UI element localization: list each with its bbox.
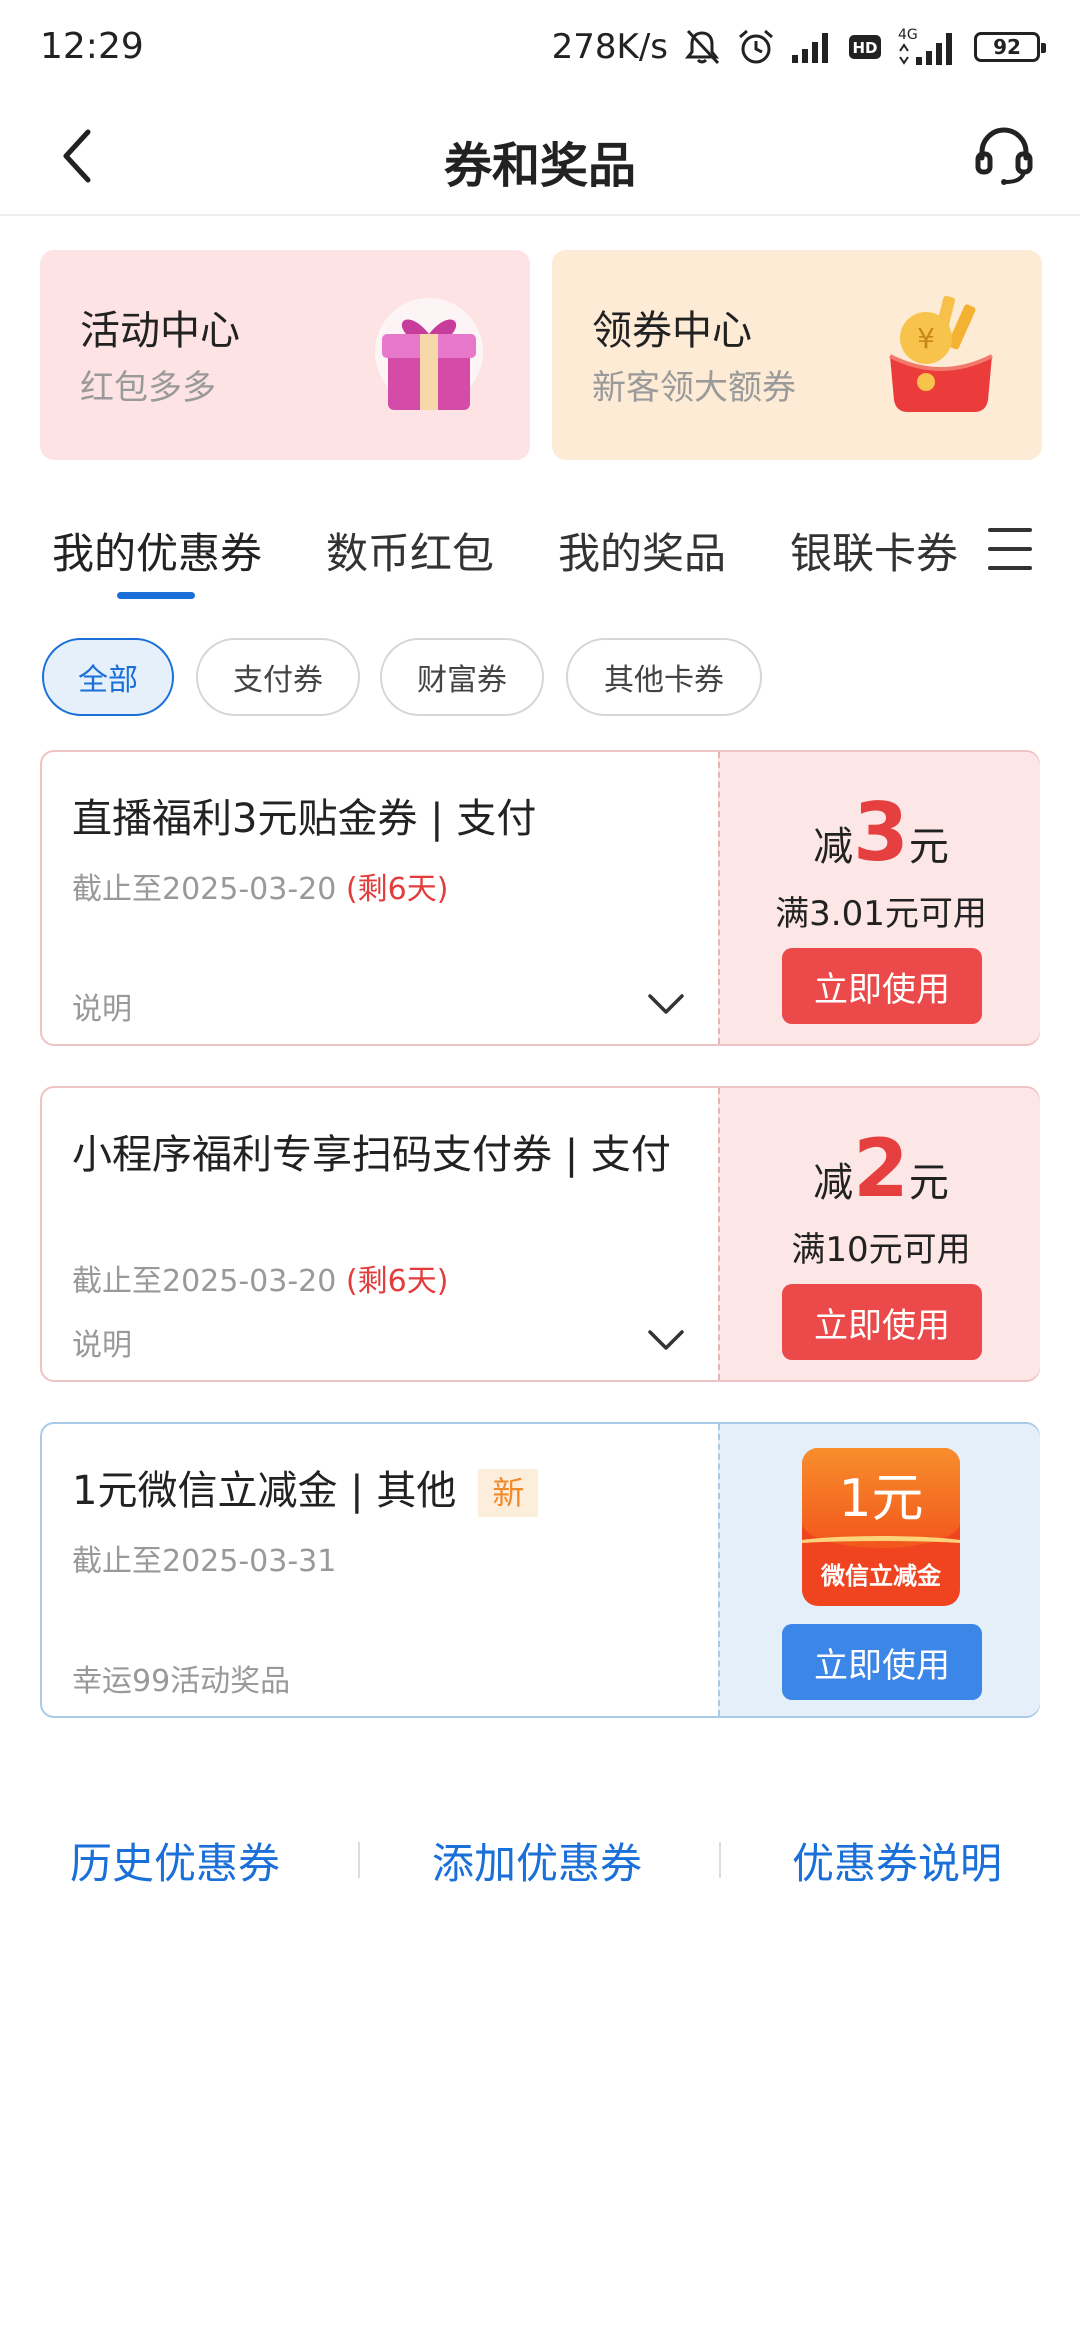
filter-wealth-coupon[interactable]: 财富券: [380, 638, 544, 716]
hd-icon: HD: [849, 35, 881, 59]
svg-text:HD: HD: [852, 39, 877, 57]
coupon-value-panel: 减2元 满10元可用 立即使用: [718, 1088, 1040, 1380]
filter-all[interactable]: 全部: [42, 638, 174, 716]
amount-number: 2: [853, 1122, 909, 1215]
network-speed: 278K/s: [551, 27, 668, 67]
days-remaining: (剩6天): [345, 872, 449, 907]
coupon-card: 1元微信立减金 | 其他新 截止至2025-03-31 幸运99活动奖品 1元 …: [40, 1422, 1040, 1718]
tab-digital-red-packet[interactable]: 数币红包: [326, 520, 494, 581]
use-now-button[interactable]: 立即使用: [782, 1624, 982, 1700]
days-remaining: (剩6天): [345, 1264, 449, 1299]
signal-4g-icon: 4G: [898, 27, 952, 65]
amount-unit: 元: [908, 824, 949, 870]
coupon-note[interactable]: 说明: [72, 1320, 132, 1364]
wechat-cash-badge: 1元 微信立减金: [802, 1448, 960, 1606]
use-now-button[interactable]: 立即使用: [782, 948, 982, 1024]
badge-amount: 1元: [838, 1469, 924, 1529]
coupon-amount: 减2元: [720, 1122, 1042, 1215]
footer-divider: [358, 1842, 360, 1878]
coupon-source: 幸运99活动奖品: [72, 1664, 291, 1699]
mute-icon: [684, 29, 720, 65]
amount-number: 3: [853, 786, 909, 879]
amount-prefix: 减: [813, 824, 854, 870]
coupon-condition: 满10元可用: [791, 1230, 971, 1270]
coupon-title-text: 1元微信立减金 | 其他: [72, 1468, 457, 1514]
chevron-down-icon[interactable]: [646, 1328, 686, 1352]
expiry-date: 截止至2025-03-20: [72, 872, 337, 907]
activity-center-card[interactable]: 活动中心 红包多多: [40, 250, 530, 460]
menu-icon[interactable]: [988, 528, 1034, 572]
coupon-info: 1元微信立减金 | 其他新 截止至2025-03-31 幸运99活动奖品: [42, 1424, 718, 1716]
add-coupon-link[interactable]: 添加优惠券: [432, 1830, 642, 1891]
card-title: 活动中心: [80, 308, 240, 354]
coupon-expiry: 截止至2025-03-31: [72, 1544, 337, 1579]
coupon-info: 直播福利3元贴金券 | 支付 截止至2025-03-20 (剩6天) 说明: [42, 752, 718, 1044]
alarm-icon: [739, 29, 773, 64]
expiry-date: 截止至2025-03-20: [72, 1264, 337, 1299]
coupon-note[interactable]: 说明: [72, 984, 132, 1028]
amount-unit: 元: [908, 1160, 949, 1206]
footer-divider: [719, 1842, 721, 1878]
badge-curve: [802, 1536, 960, 1556]
red-envelope-icon: ¥: [889, 295, 993, 412]
coupon-card: 小程序福利专享扫码支付券 | 支付 截止至2025-03-20 (剩6天) 说明…: [40, 1086, 1040, 1382]
coupon-title: 1元微信立减金 | 其他新: [72, 1464, 692, 1518]
coupon-center-card[interactable]: 领券中心 新客领大额券 ¥: [552, 250, 1042, 460]
coupon-expiry: 截止至2025-03-20 (剩6天): [72, 1256, 448, 1300]
tab-my-prizes[interactable]: 我的奖品: [558, 520, 726, 581]
headset-icon[interactable]: [972, 122, 1036, 186]
gift-box-icon: [375, 298, 483, 410]
coupon-amount: 减3元: [720, 786, 1042, 879]
history-coupons-link[interactable]: 历史优惠券: [70, 1830, 280, 1891]
tab-my-coupons[interactable]: 我的优惠券: [52, 520, 262, 581]
active-tab-indicator: [117, 592, 195, 599]
badge-name: 微信立减金: [821, 1562, 941, 1590]
chevron-down-icon[interactable]: [646, 992, 686, 1016]
signal-icon: [792, 33, 828, 63]
new-badge: 新: [478, 1469, 539, 1517]
tab-unionpay-cards[interactable]: 银联卡券: [790, 520, 958, 581]
coupon-value-panel: 减3元 满3.01元可用 立即使用: [718, 752, 1040, 1044]
amount-prefix: 减: [813, 1160, 854, 1206]
coupon-condition: 满3.01元可用: [775, 894, 987, 934]
card-subtitle: 红包多多: [80, 368, 216, 408]
coupon-title: 小程序福利专享扫码支付券 | 支付: [72, 1132, 671, 1178]
filter-other-cards[interactable]: 其他卡券: [566, 638, 762, 716]
coupon-value-panel: 1元 微信立减金 立即使用: [718, 1424, 1040, 1716]
coupon-info: 小程序福利专享扫码支付券 | 支付 截止至2025-03-20 (剩6天) 说明: [42, 1088, 718, 1380]
page-title: 券和奖品: [443, 138, 636, 194]
svg-text:¥: ¥: [917, 322, 935, 355]
nav-bar: 券和奖品: [0, 96, 1080, 216]
use-now-button[interactable]: 立即使用: [782, 1284, 982, 1360]
status-bar: 12:29 278K/s HD 4G 92: [0, 0, 1080, 96]
coupon-tabs: 我的优惠券 数币红包 我的奖品 银联卡券: [0, 520, 1080, 610]
svg-text:4G: 4G: [898, 27, 918, 43]
card-title: 领券中心: [592, 308, 752, 354]
coupon-title: 直播福利3元贴金券 | 支付: [72, 796, 537, 842]
battery-icon: 92: [974, 32, 1046, 62]
coupon-card: 直播福利3元贴金券 | 支付 截止至2025-03-20 (剩6天) 说明 减3…: [40, 750, 1040, 1046]
status-icons: 278K/s HD 4G 92: [551, 22, 1046, 72]
filter-payment-coupon[interactable]: 支付券: [196, 638, 360, 716]
coupon-expiry: 截止至2025-03-20 (剩6天): [72, 864, 448, 908]
status-time: 12:29: [40, 26, 144, 67]
coupon-explain-link[interactable]: 优惠券说明: [792, 1830, 1002, 1891]
card-subtitle: 新客领大额券: [592, 368, 796, 408]
battery-level: 92: [993, 35, 1021, 59]
